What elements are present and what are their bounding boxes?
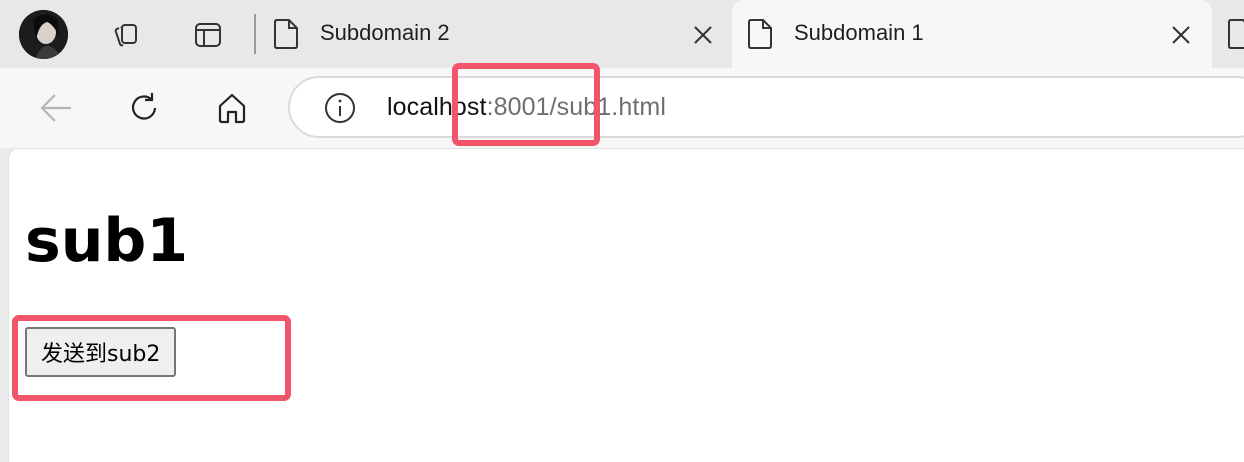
refresh-icon[interactable] <box>124 88 164 128</box>
page-icon <box>272 18 300 55</box>
tab-actions-icon[interactable] <box>190 17 226 53</box>
address-bar[interactable]: localhost:8001/sub1.html <box>288 76 1244 138</box>
close-icon[interactable] <box>690 22 716 48</box>
home-icon[interactable] <box>212 88 252 128</box>
annotation-box-button <box>12 315 291 401</box>
tab-subdomain-1[interactable]: Subdomain 1 <box>732 0 1212 68</box>
tab-strip: Subdomain 2 Subdomain 1 <box>0 0 1244 68</box>
annotation-box-port <box>452 63 600 146</box>
page-viewport: sub1 发送到sub2 <box>8 148 1244 462</box>
info-icon[interactable] <box>324 92 356 129</box>
tab-subdomain-2[interactable]: Subdomain 2 <box>258 0 728 68</box>
tab-title: Subdomain 1 <box>794 20 924 45</box>
page-icon <box>1226 18 1244 55</box>
page-heading: sub1 <box>25 206 189 276</box>
tab-title: Subdomain 2 <box>320 20 450 45</box>
tab-partial[interactable] <box>1216 0 1244 68</box>
page-icon <box>746 18 774 55</box>
navigation-toolbar: localhost:8001/sub1.html <box>0 68 1244 148</box>
back-arrow-icon[interactable] <box>36 88 76 128</box>
close-icon[interactable] <box>1168 22 1194 48</box>
browser-window: Subdomain 2 Subdomain 1 localhost:8001/s… <box>0 0 1244 462</box>
profile-avatar[interactable] <box>19 10 68 59</box>
workspaces-icon[interactable] <box>108 17 144 53</box>
tab-strip-divider <box>254 14 256 54</box>
